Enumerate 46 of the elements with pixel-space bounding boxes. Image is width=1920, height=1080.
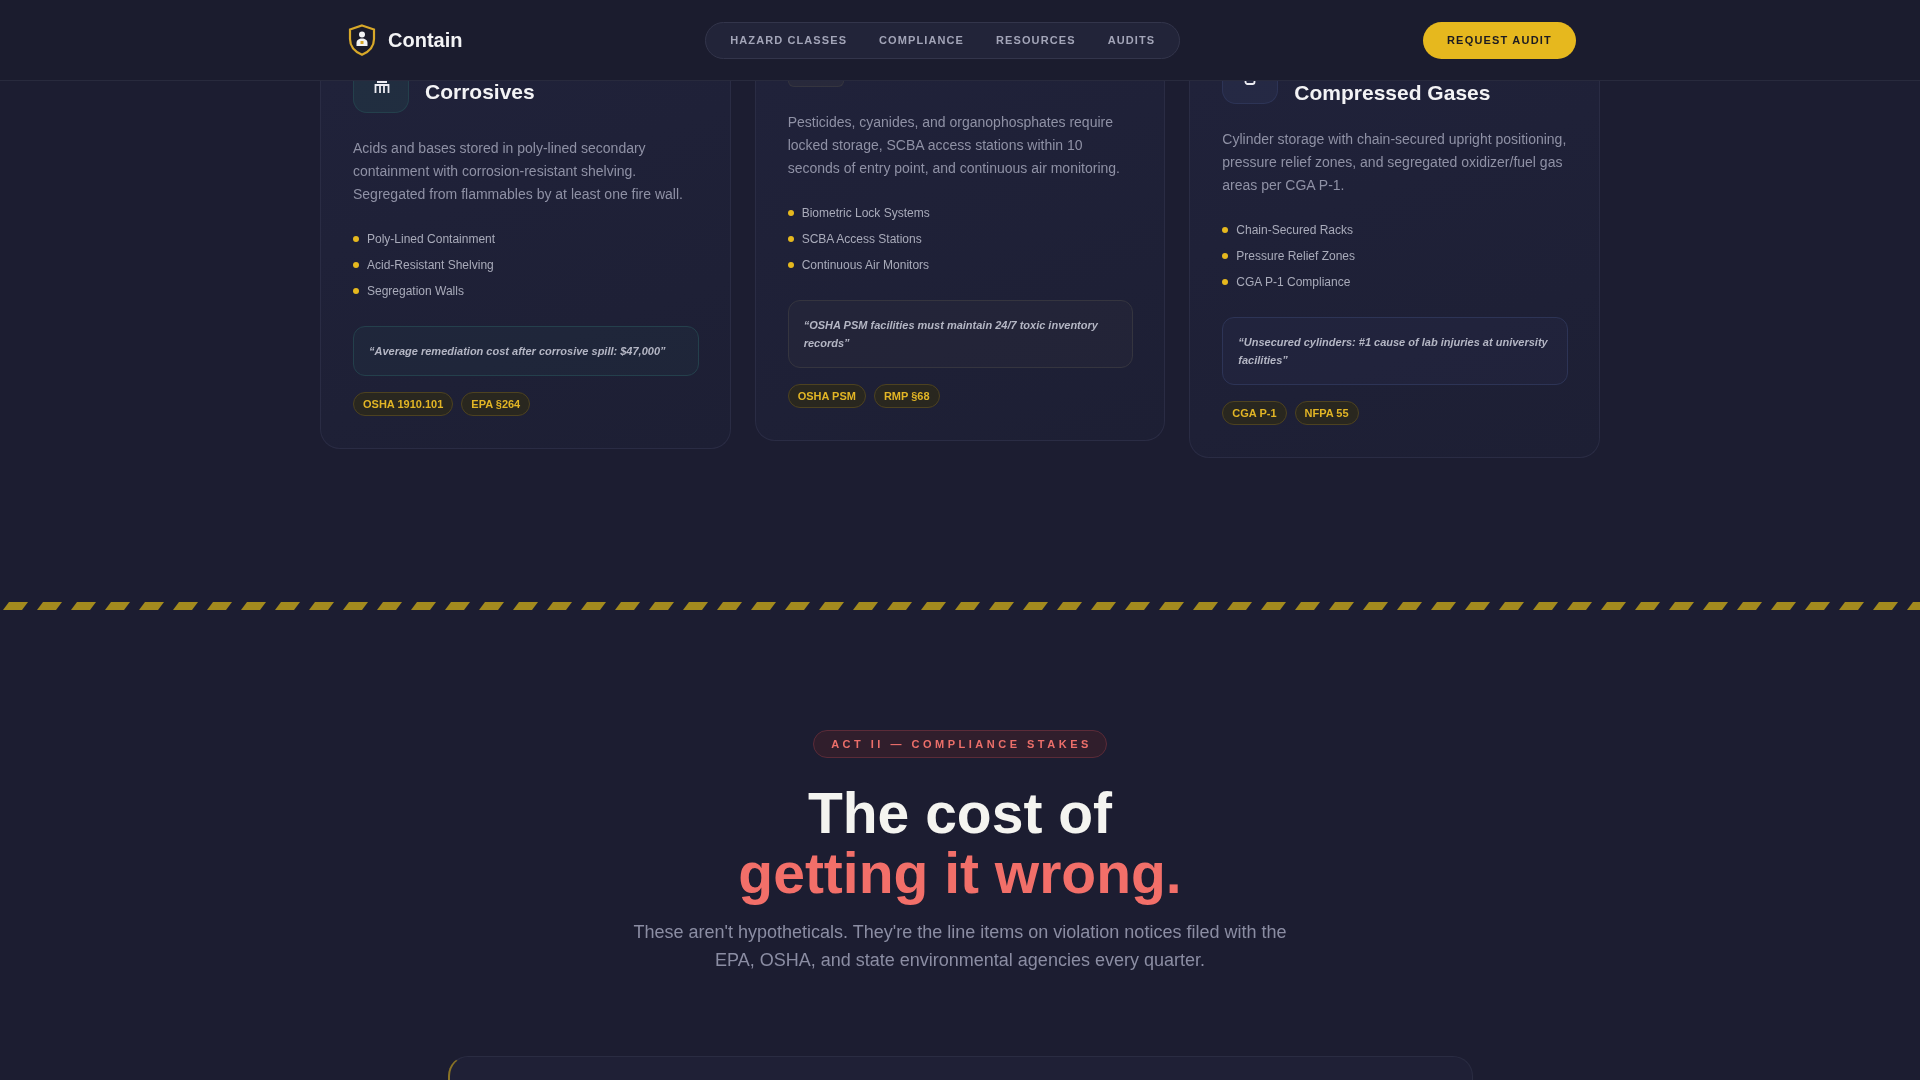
feature-item: Pressure Relief Zones bbox=[1236, 248, 1356, 265]
regulation-tag: OSHA 1910.101 bbox=[353, 392, 454, 416]
regulation-tag: CGA P-1 bbox=[1222, 401, 1287, 425]
bullet-dot-icon bbox=[787, 262, 794, 268]
bullet-dot-icon bbox=[1222, 279, 1229, 285]
lead-paragraph: These aren't hypotheticals. They're the line items on violation notices filed with the EPA, OSHA, and state environmental agencies every quarter. bbox=[632, 921, 1288, 972]
regulation-tag: OSHA PSM bbox=[787, 384, 866, 408]
nav-link[interactable]: COMPLIANCE bbox=[863, 26, 981, 54]
bullet-dot-icon bbox=[353, 262, 359, 268]
figure-icon bbox=[353, 81, 409, 113]
feature-item: Continuous Air Monitors bbox=[801, 257, 930, 274]
quote-callout: “OSHA PSM facilities must maintain 24/7 toxic inventory records” bbox=[787, 300, 1134, 368]
bullet-dot-icon bbox=[1222, 253, 1229, 259]
bullet-dot-icon bbox=[353, 288, 359, 294]
feature-item: SCBA Access Stations bbox=[801, 231, 922, 248]
regulation-tag: RMP §68 bbox=[873, 384, 940, 408]
nav-link[interactable]: HAZARD CLASSES bbox=[714, 26, 864, 54]
heading-highlight: getting it wrong. bbox=[738, 843, 1182, 903]
shield-icon bbox=[348, 24, 376, 56]
bullet-dot-icon bbox=[1222, 227, 1229, 233]
feature-item: Chain-Secured Racks bbox=[1236, 222, 1354, 239]
card-title: Corrosives bbox=[425, 81, 535, 103]
quote-callout: “Average remediation cost after corrosive spill: $47,000” bbox=[353, 326, 699, 376]
bullet-dot-icon bbox=[353, 236, 359, 242]
request-audit-button[interactable]: REQUEST AUDIT bbox=[1422, 21, 1576, 59]
feature-item: CGA P-1 Compliance bbox=[1236, 274, 1351, 291]
tile-icon bbox=[1222, 81, 1279, 104]
card-title: Compressed Gases bbox=[1294, 82, 1491, 104]
nav-link[interactable]: AUDITS bbox=[1091, 26, 1172, 54]
card-description: Cylinder storage with chain-secured upright positioning, pressure relief zones, and segregated oxidizer/fuel gas areas per CGA P-1. bbox=[1222, 130, 1568, 195]
feature-item: Poly-Lined Containment bbox=[367, 231, 496, 248]
bullet-dot-icon bbox=[787, 210, 794, 216]
section-badge: ACT II — COMPLIANCE STAKES bbox=[813, 730, 1107, 758]
tile-icon bbox=[787, 81, 844, 87]
bullet-dot-icon bbox=[787, 236, 794, 242]
card-description: Pesticides, cyanides, and organophosphates require locked storage, SCBA access stations within 10 seconds of entry point, and continuous air monitoring. bbox=[787, 113, 1121, 178]
feature-item: Segregation Walls bbox=[367, 283, 464, 300]
regulation-tag: EPA §264 bbox=[461, 392, 531, 416]
feature-item: Acid-Resistant Shelving bbox=[367, 257, 494, 274]
regulation-tag: NFPA 55 bbox=[1294, 401, 1359, 425]
nav-link[interactable]: RESOURCES bbox=[980, 26, 1092, 54]
feature-item: Biometric Lock Systems bbox=[801, 205, 930, 222]
card-description: Acids and bases stored in poly-lined secondary containment with corrosion-resistant shelving. Segregated from flammables by at least one fire wall. bbox=[353, 139, 684, 204]
heading-text: The cost of bbox=[808, 783, 1112, 843]
quote-callout: “Unsecured cylinders: #1 cause of lab injuries at university facilities” bbox=[1222, 317, 1568, 385]
brand-name[interactable]: Contain bbox=[388, 28, 463, 52]
